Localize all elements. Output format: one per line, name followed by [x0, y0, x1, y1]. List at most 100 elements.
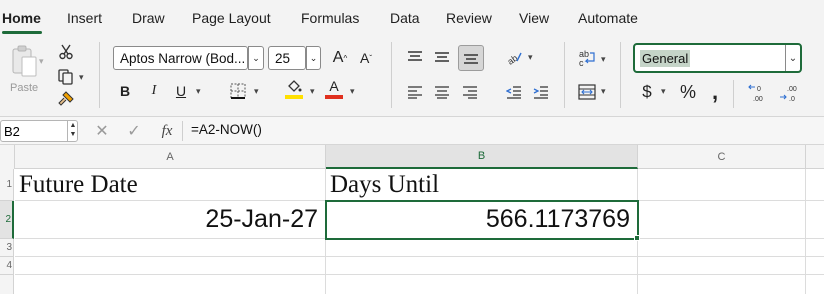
paste-dropdown-icon[interactable]: ▾ [39, 56, 44, 67]
align-bottom-icon[interactable] [458, 45, 484, 71]
font-name-select[interactable]: Aptos Narrow (Bod... [113, 46, 248, 70]
wrap-text-icon[interactable]: ab c [576, 46, 598, 70]
active-tab-indicator [2, 31, 42, 34]
column-header-a[interactable]: A [15, 145, 326, 169]
borders-dropdown-icon[interactable]: ▾ [254, 86, 259, 97]
percent-icon[interactable]: % [677, 81, 699, 103]
ribbon-separator [564, 42, 565, 108]
number-format-select[interactable]: General ⌄ [633, 43, 802, 73]
orientation-icon[interactable]: ab [503, 46, 525, 68]
underline-dropdown-icon[interactable]: ▾ [196, 86, 201, 97]
align-middle-icon[interactable] [431, 46, 453, 68]
cell-d2[interactable] [806, 201, 824, 239]
row-header-5[interactable] [0, 275, 14, 294]
select-all-corner[interactable] [0, 145, 15, 169]
decrease-indent-icon[interactable] [503, 81, 525, 103]
copy-button[interactable] [56, 67, 76, 87]
cut-icon [59, 44, 73, 60]
cell-c2[interactable] [638, 201, 806, 239]
fill-color-dropdown-icon[interactable]: ▾ [310, 86, 315, 97]
column-header-d[interactable] [806, 145, 824, 169]
fill-color-bar [285, 94, 303, 99]
row-header-3[interactable]: 3 [0, 239, 14, 257]
orientation-dropdown-icon[interactable]: ▾ [528, 52, 533, 63]
cell-b1[interactable]: Days Until [326, 169, 638, 201]
tab-data[interactable]: Data [390, 10, 420, 26]
align-right-icon[interactable] [459, 81, 481, 103]
cell-b4[interactable] [326, 257, 638, 275]
svg-text:.0: .0 [789, 96, 795, 103]
tab-home[interactable]: Home [2, 10, 41, 26]
selected-cell-outline [325, 200, 639, 240]
font-name-dropdown-icon[interactable]: ⌄ [248, 46, 264, 70]
cell-a5[interactable] [15, 275, 326, 294]
name-box-stepper[interactable]: ▲ ▼ [67, 121, 78, 141]
cell-a3[interactable] [15, 239, 326, 257]
tab-insert[interactable]: Insert [67, 10, 102, 26]
ribbon-home: ▾ Paste ▾ Aptos Narrow (Bod... ⌄ 25 ⌄ A ^… [0, 36, 824, 116]
cell-a1[interactable]: Future Date [15, 169, 326, 201]
fill-color-icon[interactable] [284, 78, 304, 100]
row-header-4[interactable]: 4 [0, 257, 14, 275]
cell-c4[interactable] [638, 257, 806, 275]
currency-dropdown-icon[interactable]: ▾ [661, 86, 666, 97]
bold-icon[interactable]: B [116, 80, 134, 102]
decrease-decimal-icon[interactable]: .00.0 [778, 81, 802, 105]
tab-draw[interactable]: Draw [132, 10, 165, 26]
currency-icon[interactable]: $ [637, 81, 657, 103]
cell-c5[interactable] [638, 275, 806, 294]
comma-icon[interactable]: , [705, 79, 725, 104]
cell-d3[interactable] [806, 239, 824, 257]
cell-d4[interactable] [806, 257, 824, 275]
row-header-1[interactable]: 1 [0, 169, 14, 201]
tab-automate[interactable]: Automate [578, 10, 638, 26]
align-left-icon[interactable] [404, 81, 426, 103]
font-size-dropdown-icon[interactable]: ⌄ [306, 46, 321, 70]
number-format-dropdown-icon[interactable]: ⌄ [785, 45, 800, 71]
svg-text:0: 0 [757, 86, 761, 93]
increase-decimal-icon[interactable]: 0.00 [746, 81, 770, 105]
cell-b3[interactable] [326, 239, 638, 257]
cut-button[interactable] [56, 42, 76, 62]
font-color-bar [325, 95, 343, 99]
align-center-icon[interactable] [431, 81, 453, 103]
ribbon-separator [620, 42, 621, 108]
cell-d1[interactable] [806, 169, 824, 201]
column-header-b[interactable]: B [326, 145, 638, 169]
cell-c1[interactable] [638, 169, 806, 201]
format-painter-button[interactable] [56, 89, 76, 109]
tab-page-layout[interactable]: Page Layout [192, 10, 271, 26]
formula-input[interactable]: =A2-NOW() [191, 122, 262, 137]
cell-a4[interactable] [15, 257, 326, 275]
font-color-icon[interactable]: A [324, 78, 344, 100]
ribbon-separator [391, 42, 392, 108]
insert-function-button[interactable]: fx [157, 121, 177, 141]
column-header-bar: A B C [0, 145, 824, 169]
increase-indent-icon[interactable] [530, 81, 552, 103]
row-header-2[interactable]: 2 [0, 201, 14, 239]
cell-a2[interactable]: 25-Jan-27 [15, 201, 326, 239]
confirm-formula-button[interactable]: ✓ [124, 121, 144, 141]
borders-icon[interactable] [228, 80, 248, 102]
tab-review[interactable]: Review [446, 10, 492, 26]
decrease-font-icon[interactable]: Aˇ [356, 46, 376, 70]
tab-formulas[interactable]: Formulas [301, 10, 359, 26]
underline-icon[interactable]: U [172, 80, 190, 102]
wrap-text-dropdown-icon[interactable]: ▾ [601, 54, 606, 65]
copy-dropdown-icon[interactable]: ▾ [79, 72, 84, 83]
tab-view[interactable]: View [519, 10, 549, 26]
fill-handle[interactable] [634, 235, 640, 241]
increase-font-icon[interactable]: A ^ [330, 46, 350, 70]
font-size-select[interactable]: 25 [268, 46, 306, 70]
merge-icon[interactable] [576, 81, 598, 103]
merge-dropdown-icon[interactable]: ▾ [601, 86, 606, 97]
cell-c3[interactable] [638, 239, 806, 257]
column-header-c[interactable]: C [638, 145, 806, 169]
cancel-formula-button[interactable]: ✕ [92, 121, 112, 141]
font-color-dropdown-icon[interactable]: ▾ [350, 86, 355, 97]
cell-b5[interactable] [326, 275, 638, 294]
ribbon-separator [99, 42, 100, 108]
name-box[interactable]: B2 ▲ ▼ [0, 120, 78, 142]
align-top-icon[interactable] [404, 46, 426, 68]
italic-icon[interactable]: I [145, 80, 163, 102]
